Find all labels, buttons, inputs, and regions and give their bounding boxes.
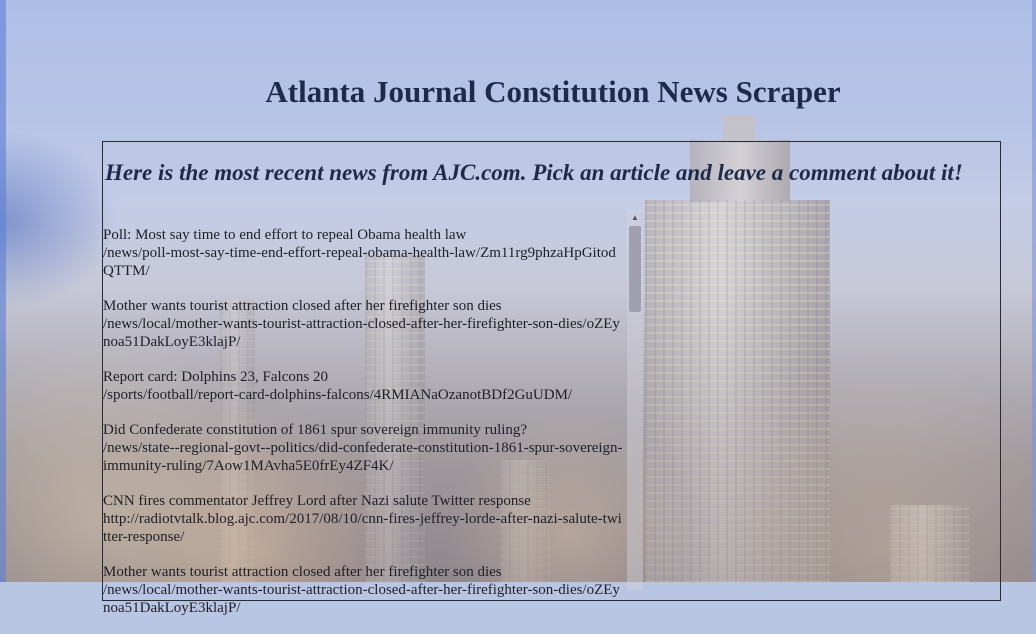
- article-link[interactable]: http://radiotvtalk.blog.ajc.com/2017/08/…: [103, 510, 623, 546]
- article-headline[interactable]: Did Confederate constitution of 1861 spu…: [103, 421, 623, 439]
- article-item[interactable]: Poll: Most say time to end effort to rep…: [103, 226, 623, 280]
- article-headline[interactable]: Poll: Most say time to end effort to rep…: [103, 226, 623, 244]
- news-panel: Here is the most recent news from AJC.co…: [102, 141, 1001, 616]
- article-link[interactable]: /news/state--regional-govt--politics/did…: [103, 439, 623, 475]
- article-headline[interactable]: Report card: Dolphins 23, Falcons 20: [103, 368, 623, 386]
- article-item[interactable]: Mother wants tourist attraction closed a…: [103, 297, 623, 351]
- article-link[interactable]: /news/poll-most-say-time-end-effort-repe…: [103, 244, 623, 280]
- article-list-scrollbar[interactable]: ▲: [627, 210, 643, 590]
- article-headline[interactable]: Mother wants tourist attraction closed a…: [103, 297, 623, 315]
- article-headline[interactable]: Mother wants tourist attraction closed a…: [103, 563, 623, 581]
- scrollbar-thumb[interactable]: [629, 226, 641, 312]
- article-list: Poll: Most say time to end effort to rep…: [103, 226, 623, 634]
- article-item[interactable]: CNN fires commentator Jeffrey Lord after…: [103, 492, 623, 546]
- article-headline[interactable]: CNN fires commentator Jeffrey Lord after…: [103, 492, 623, 510]
- article-link[interactable]: /news/local/mother-wants-tourist-attract…: [103, 315, 623, 351]
- article-link[interactable]: /news/local/mother-wants-tourist-attract…: [103, 581, 623, 617]
- intro-heading: Here is the most recent news from AJC.co…: [105, 160, 963, 185]
- scroll-up-arrow-icon[interactable]: ▲: [627, 210, 643, 224]
- article-item[interactable]: Report card: Dolphins 23, Falcons 20 /sp…: [103, 368, 623, 404]
- page-title: Atlanta Journal Constitution News Scrape…: [265, 74, 841, 109]
- article-item[interactable]: Did Confederate constitution of 1861 spu…: [103, 421, 623, 475]
- article-link[interactable]: /sports/football/report-card-dolphins-fa…: [103, 386, 623, 404]
- article-item[interactable]: Mother wants tourist attraction closed a…: [103, 563, 623, 617]
